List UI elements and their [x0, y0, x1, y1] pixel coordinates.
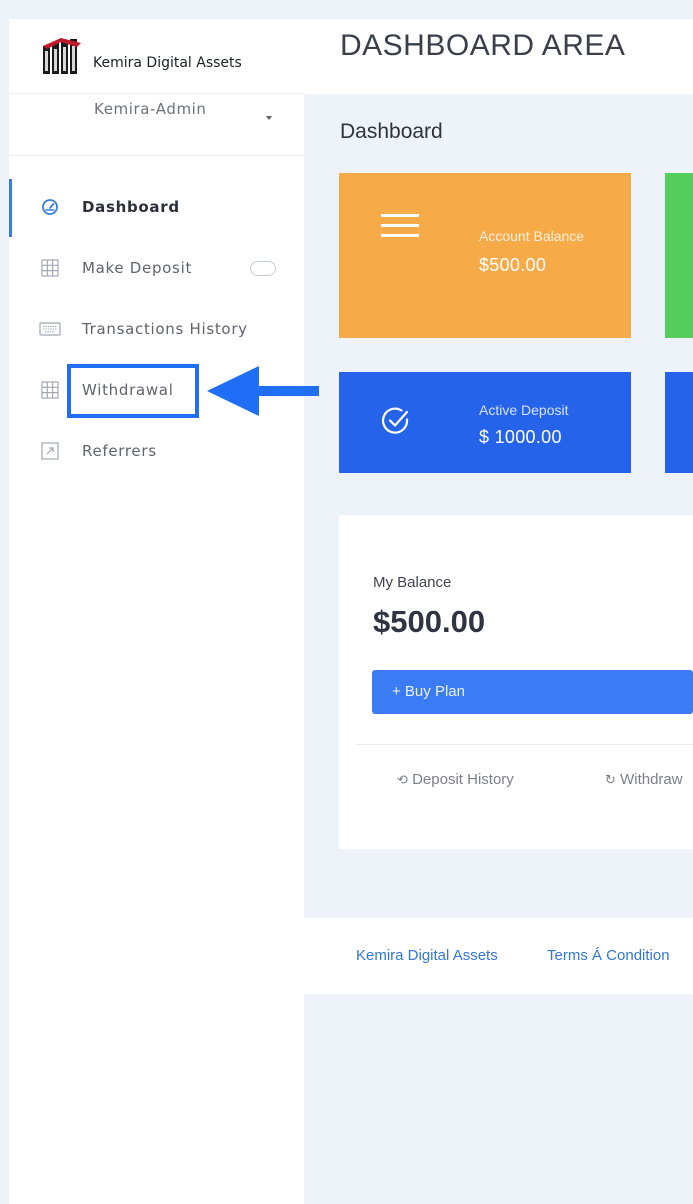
account-balance-card[interactable]: Account Balance $500.00: [339, 173, 631, 338]
annotation-arrow-icon: [207, 366, 319, 416]
grid-icon: [41, 381, 59, 399]
arrow-up-right-icon: [41, 442, 59, 460]
menu-icon: [381, 214, 419, 237]
deposit-history-link[interactable]: ⟲ Deposit History: [397, 771, 514, 788]
card-label: Account Balance: [479, 228, 585, 244]
header-title: DASHBOARD AREA: [340, 29, 626, 62]
sidebar-item-make-deposit[interactable]: Make Deposit: [9, 240, 304, 298]
check-circle-icon: [381, 407, 409, 434]
stat-card-blue[interactable]: [665, 372, 693, 473]
sidebar-item-referrers[interactable]: Referrers: [9, 423, 304, 481]
grid-icon: [41, 259, 59, 277]
annotation-highlight-box: [67, 364, 199, 418]
user-name[interactable]: Kemira-Admin: [94, 100, 207, 118]
active-indicator: [9, 179, 12, 237]
active-deposit-card[interactable]: Active Deposit $ 1000.00: [339, 372, 631, 473]
sidebar-item-dashboard[interactable]: Dashboard: [9, 179, 304, 237]
history-icon: ⟲: [397, 772, 408, 787]
card-label: Active Deposit: [479, 402, 569, 418]
divider: [356, 744, 693, 745]
brand-header: Kemira Digital Assets: [9, 19, 304, 94]
buy-plan-button[interactable]: + Buy Plan: [372, 670, 693, 714]
balance-panel: My Balance $500.00 + Buy Plan ⟲ Deposit …: [339, 515, 693, 849]
balance-label: My Balance: [373, 574, 452, 591]
footer-link-terms[interactable]: Terms Á Condition: [547, 947, 670, 964]
balance-value: $500.00: [373, 604, 486, 639]
withdraw-link[interactable]: ↻ Withdraw: [605, 771, 683, 788]
speedometer-icon: [42, 199, 58, 215]
sidebar-item-label: Referrers: [82, 442, 157, 460]
footer-link-brand[interactable]: Kemira Digital Assets: [356, 947, 498, 964]
footer: Kemira Digital Assets Terms Á Condition: [304, 918, 693, 994]
stat-card-green[interactable]: [665, 173, 693, 338]
sidebar-item-transactions-history[interactable]: Transactions History: [9, 301, 304, 359]
deposit-history-label: Deposit History: [412, 771, 514, 788]
sidebar: Kemira Digital Assets Kemira-Admin Dashb…: [9, 19, 304, 1204]
refresh-icon: ↻: [605, 772, 616, 787]
caret-down-icon[interactable]: [266, 116, 272, 120]
top-header: DASHBOARD AREA: [304, 19, 693, 94]
sidebar-item-label: Dashboard: [82, 198, 180, 216]
sidebar-item-label: Transactions History: [82, 320, 248, 338]
keyboard-icon: [39, 322, 61, 336]
withdraw-label: Withdraw: [620, 771, 683, 788]
user-menu[interactable]: Kemira-Admin: [9, 94, 304, 156]
toggle-switch[interactable]: [250, 261, 276, 276]
page-title: Dashboard: [340, 120, 443, 143]
sidebar-item-label: Make Deposit: [82, 259, 193, 277]
card-value: $500.00: [479, 255, 547, 275]
brand-logo-icon: [43, 38, 81, 74]
card-value: $ 1000.00: [479, 427, 562, 447]
buy-plan-label: + Buy Plan: [392, 683, 465, 700]
brand-name[interactable]: Kemira Digital Assets: [93, 55, 242, 71]
